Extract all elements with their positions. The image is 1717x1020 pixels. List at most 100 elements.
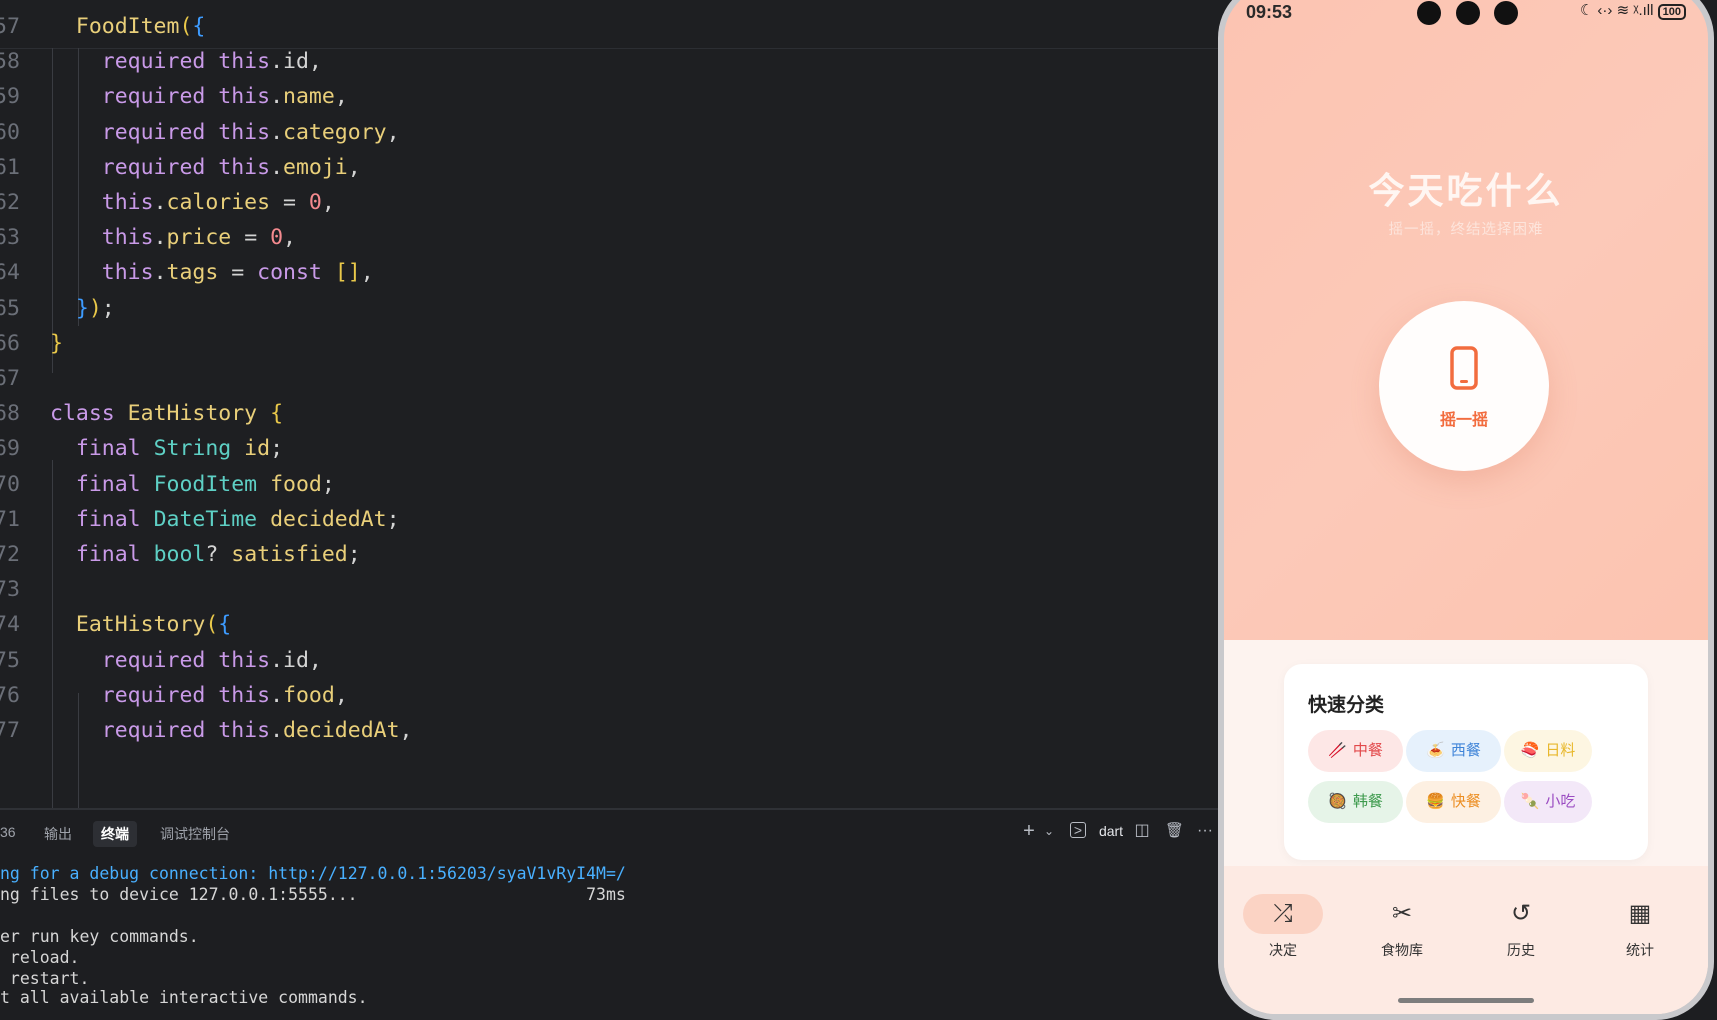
code-token: name [283,84,335,110]
code-token: calories [166,190,271,215]
code-text: final bool? satisfied; [50,537,361,573]
code-line[interactable]: 72 final bool? satisfied; [0,537,1220,573]
code-line[interactable]: 59 required this.name, [0,79,1220,115]
code-token: . [270,718,284,743]
line-number: 70 [0,471,20,497]
category-emoji-icon: 🍝 [1426,742,1445,759]
tab-output[interactable]: 输出 [44,824,72,844]
code-line[interactable]: 63 this.price = 0, [0,220,1220,256]
category-chip-label: 西餐 [1450,742,1481,759]
code-line[interactable]: 58 required this.id, [0,44,1220,80]
quick-category-title: 快速分类 [1308,695,1385,716]
code-token: food [257,471,322,497]
code-token: FoodItem [140,471,258,497]
tab-problems-count[interactable]: 36 [0,824,16,840]
category-chip-label: 中餐 [1352,742,1383,759]
category-chip[interactable]: 🥢 中餐 [1308,730,1403,772]
code-line[interactable]: 73 [0,572,1220,608]
add-terminal-icon[interactable]: + [1020,821,1038,841]
more-icon[interactable]: ··· [1196,822,1214,840]
code-token: decidedAt [283,718,400,743]
code-line[interactable]: 75 required this.id, [0,643,1220,679]
code-line[interactable]: 64 this.tags = const [], [0,255,1220,291]
camera-icon [1417,1,1441,25]
code-token: ? [205,542,232,567]
bottom-panel: 36 输出 终端 调试控制台 + ⌄ > dart ◫ 🗑 ··· ng for… [0,808,1220,1017]
tab-debug-console[interactable]: 调试控制台 [160,824,230,844]
code-line[interactable]: 62 this.calories = 0, [0,185,1220,221]
category-chip[interactable]: 🍡 小吃 [1504,781,1592,823]
code-line[interactable]: 61 required this.emoji, [0,150,1220,186]
code-token: this [205,154,271,180]
code-line[interactable]: 68 class EatHistory { [0,396,1220,432]
code-text: this.calories = 0, [50,185,335,221]
code-line[interactable]: 65 }); [0,291,1220,327]
code-token: . [270,682,284,708]
code-line[interactable]: 67 [0,361,1220,397]
terminal-shell-label[interactable]: dart [1094,822,1128,840]
code-line[interactable]: 74 EatHistory({ [0,607,1220,643]
stats-icon: ▦ [1628,900,1652,927]
code-text: final FoodItem food; [50,467,335,503]
phone-screen: 09:53 ☾ ‹·› ≋ ᵡ.ıll 100 今天吃什么 摇一摇，终结选择困难… [1224,0,1708,1014]
status-indicators-icon: ☾ ‹·› ≋ ᵡ.ıll [1579,2,1654,19]
line-number: 77 [0,718,20,743]
line-number: 61 [0,154,20,180]
tab-terminal[interactable]: 终端 [93,821,137,847]
code-token: ( [205,612,219,638]
terminal-link[interactable]: http://127.0.0.1:56203/syaV1vRyI4M=/ [268,864,626,883]
code-line[interactable]: 76 required this.food, [0,678,1220,714]
code-token: final [75,436,141,462]
code-token: . [270,84,284,110]
category-chip[interactable]: 🥘 韩餐 [1308,781,1403,823]
line-number: 60 [0,119,20,145]
home-indicator[interactable] [1398,998,1534,1003]
chevron-down-icon[interactable]: ⌄ [1040,822,1058,840]
terminal-line: ng for a debug connection: http://127.0.… [0,864,626,883]
code-text: this.price = 0, [50,220,296,256]
nav-decide[interactable]: ⤮ 决定 [1233,894,1333,974]
code-token: this [205,49,271,75]
code-line[interactable]: 60 required this.category, [0,115,1220,151]
line-number: 66 [0,330,20,356]
split-terminal-icon[interactable]: ◫ [1133,822,1151,840]
category-chip[interactable]: 🍣 日料 [1504,730,1592,772]
code-line[interactable]: 69 final String id; [0,431,1220,467]
code-editor[interactable]: 57 FoodItem({58 required this.id, 59 requ… [0,0,1220,808]
code-token: bool [140,542,206,567]
code-line[interactable]: 71 final DateTime decidedAt; [0,502,1220,538]
code-token: { [218,612,232,638]
category-emoji-icon: 🥘 [1328,793,1347,810]
category-chip[interactable]: 🍔 快餐 [1406,781,1501,823]
code-token: price [166,225,232,251]
line-number: 76 [0,682,20,708]
code-text: required this.category, [50,115,400,151]
code-line[interactable]: 57 FoodItem({ [0,9,1220,45]
code-text: final String id; [50,431,283,467]
nav-food-library[interactable]: ✂ 食物库 [1352,894,1452,974]
code-token: . [270,154,284,180]
shake-button[interactable]: 摇一摇 [1379,301,1549,471]
line-number: 73 [0,577,20,603]
code-token: decidedAt [257,506,387,532]
nav-stats[interactable]: ▦ 统计 [1590,894,1690,974]
code-line[interactable]: 70 final FoodItem food; [0,467,1220,503]
code-text: required this.food, [50,678,348,714]
code-line[interactable]: 66} [0,326,1220,362]
nav-history[interactable]: ↺ 历史 [1471,894,1571,974]
line-number: 71 [0,506,20,532]
category-chip[interactable]: 🍝 西餐 [1406,730,1501,772]
code-line[interactable]: 77 required this.decidedAt, [0,713,1220,749]
trash-icon[interactable]: 🗑 [1165,822,1184,840]
nav-label: 统计 [1626,942,1654,958]
code-token: required [101,647,206,673]
status-time: 09:53 [1246,2,1293,22]
